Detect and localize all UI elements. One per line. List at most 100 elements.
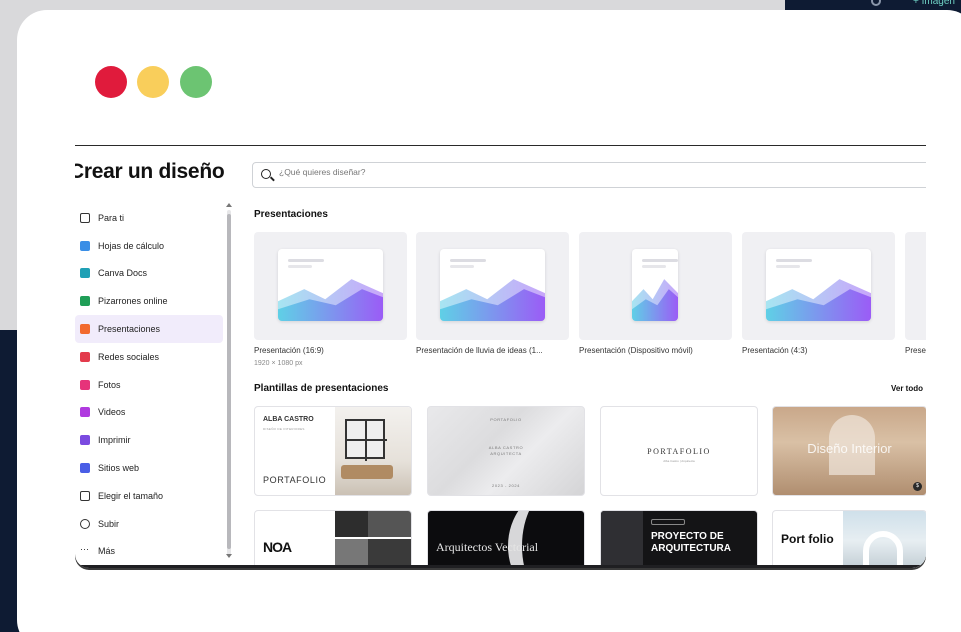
- sidebar-item-whiteboard[interactable]: Pizarrones online: [75, 287, 225, 315]
- presentation-card[interactable]: [579, 232, 732, 340]
- see-all-link[interactable]: Ver todo: [891, 384, 923, 393]
- template-card[interactable]: PORTAFOLIO ALBA CASTRO ARQUITECTA 2023 -…: [427, 406, 585, 496]
- presentation-card[interactable]: [742, 232, 895, 340]
- sidebar-item-label: Hojas de cálculo: [98, 240, 165, 251]
- template-mid-text: ALBA CASTRO: [488, 445, 524, 450]
- sidebar-item-label: Para ti: [98, 212, 125, 223]
- sidebar-item-resize[interactable]: Elegir el tamaño: [75, 482, 225, 510]
- presentation-icon: [80, 324, 90, 335]
- presentation-thumbnail: [766, 249, 871, 321]
- presentation-label[interactable]: Presentación de lluvia de ideas (1...: [416, 346, 543, 355]
- presentation-card[interactable]: [416, 232, 569, 340]
- presentation-label[interactable]: Prese: [905, 346, 926, 355]
- sidebar-item-more[interactable]: ··· Más: [75, 538, 225, 566]
- sidebar-item-website[interactable]: Sitios web: [75, 454, 225, 482]
- template-title: Arquitectos Vectorial: [436, 540, 539, 554]
- sidebar-item-presentation[interactable]: Presentaciones: [75, 315, 223, 343]
- sidebar-item-label: Videos: [98, 407, 126, 418]
- template-photo: [601, 511, 643, 568]
- template-word: PORTAFOLIO: [263, 475, 327, 485]
- heart-icon: [80, 351, 90, 362]
- doc-icon: [80, 268, 90, 279]
- sidebar-item-label: Imprimir: [98, 435, 131, 446]
- canva-create-design-panel: Crear un diseño Para ti Hojas de cálculo C…: [75, 145, 926, 568]
- presentations-section-title: Presentaciones: [254, 209, 328, 220]
- upload-icon: [80, 518, 90, 529]
- toolbar-text: + Imagen: [913, 0, 955, 7]
- sidebar-item-video[interactable]: Videos: [75, 399, 225, 427]
- presentation-size-label: 1920 × 1080 px: [254, 360, 303, 367]
- template-title: NOA: [263, 539, 292, 555]
- sidebar-item-camera[interactable]: Fotos: [75, 371, 225, 399]
- close-dot[interactable]: [95, 66, 127, 98]
- search-input[interactable]: [279, 167, 679, 177]
- search-icon: [261, 169, 271, 179]
- printer-icon: [80, 435, 90, 446]
- sidebar-item-label: Elegir el tamaño: [98, 490, 164, 501]
- scroll-down-arrow-icon[interactable]: [226, 554, 232, 558]
- website-icon: [80, 463, 90, 474]
- building-photo: [843, 511, 926, 568]
- template-mid-text-2: ARQUITECTA: [490, 451, 522, 456]
- sidebar-item-heart[interactable]: Redes sociales: [75, 343, 225, 371]
- template-card[interactable]: NOA: [254, 510, 412, 568]
- template-card[interactable]: Port folio: [772, 510, 926, 568]
- sidebar-item-label: Canva Docs: [98, 268, 148, 279]
- camera-icon: [80, 379, 90, 390]
- template-top-text: PORTAFOLIO: [490, 417, 522, 422]
- presentation-thumbnail: [632, 249, 678, 321]
- video-icon: [80, 407, 90, 418]
- template-tag: [651, 519, 685, 525]
- sidebar: Para ti Hojas de cálculo Canva Docs Pizarro…: [75, 204, 225, 565]
- sparkle-icon: [80, 212, 90, 223]
- template-card[interactable]: PROYECTO DE ARQUITECTURA: [600, 510, 758, 568]
- template-title: PORTAFOLIO: [647, 447, 711, 456]
- sidebar-item-label: Presentaciones: [98, 324, 161, 335]
- sidebar-item-label: Redes sociales: [98, 351, 160, 362]
- template-card[interactable]: PORTAFOLIO Alba Castro | Arquitecta: [600, 406, 758, 496]
- presentation-label[interactable]: Presentación (Dispositivo móvil): [579, 346, 693, 355]
- presentation-label[interactable]: Presentación (16:9): [254, 346, 324, 355]
- scrollbar-thumb[interactable]: [227, 214, 231, 549]
- minimize-dot[interactable]: [137, 66, 169, 98]
- resize-icon: [80, 490, 90, 501]
- sidebar-item-label: Más: [98, 546, 116, 557]
- template-title: Port folio: [781, 532, 834, 546]
- template-subtitle: Alba Castro | Arquitecta: [663, 459, 695, 463]
- sidebar-item-sparkle[interactable]: Para ti: [75, 204, 225, 232]
- presentation-thumbnail: [278, 249, 383, 321]
- sidebar-item-label: Subir: [98, 518, 120, 529]
- sidebar-item-spreadsheet[interactable]: Hojas de cálculo: [75, 232, 225, 260]
- sidebar-item-label: Fotos: [98, 379, 121, 390]
- presentation-thumbnail: [440, 249, 545, 321]
- scroll-up-arrow-icon[interactable]: [226, 203, 232, 207]
- template-role: DISEÑO DE INTERIORES: [263, 427, 305, 431]
- template-bottom-text: 2023 - 2024: [492, 483, 520, 488]
- page-title: Crear un diseño: [75, 160, 225, 183]
- sidebar-item-upload[interactable]: Subir: [75, 510, 225, 538]
- template-card[interactable]: Diseño Interior $: [772, 406, 926, 496]
- template-title: PROYECTO DE ARQUITECTURA: [651, 531, 731, 554]
- sidebar-scrollbar[interactable]: [227, 210, 231, 555]
- presentation-card[interactable]: [254, 232, 407, 340]
- maximize-dot[interactable]: [180, 66, 212, 98]
- presentation-label[interactable]: Presentación (4:3): [742, 346, 807, 355]
- template-title: Diseño Interior: [807, 441, 892, 456]
- more-icon: ···: [80, 544, 89, 555]
- template-name: ALBA CASTRO: [263, 416, 314, 423]
- template-card[interactable]: Arquitectos Vectorial: [427, 510, 585, 568]
- template-card[interactable]: ALBA CASTRO DISEÑO DE INTERIORES PORTAFO…: [254, 406, 412, 496]
- sidebar-item-label: Pizarrones online: [98, 296, 168, 307]
- interior-photo: [335, 407, 411, 495]
- templates-section-title: Plantillas de presentaciones: [254, 383, 389, 394]
- whiteboard-icon: [80, 296, 90, 307]
- curve-shape: [508, 511, 584, 568]
- premium-badge-icon: $: [913, 482, 922, 491]
- sidebar-item-printer[interactable]: Imprimir: [75, 426, 225, 454]
- presentation-card[interactable]: [905, 232, 926, 340]
- search-icon: [871, 0, 881, 6]
- search-bar[interactable]: [252, 162, 926, 188]
- sidebar-item-doc[interactable]: Canva Docs: [75, 260, 225, 288]
- sidebar-item-label: Sitios web: [98, 463, 140, 474]
- spreadsheet-icon: [80, 240, 90, 251]
